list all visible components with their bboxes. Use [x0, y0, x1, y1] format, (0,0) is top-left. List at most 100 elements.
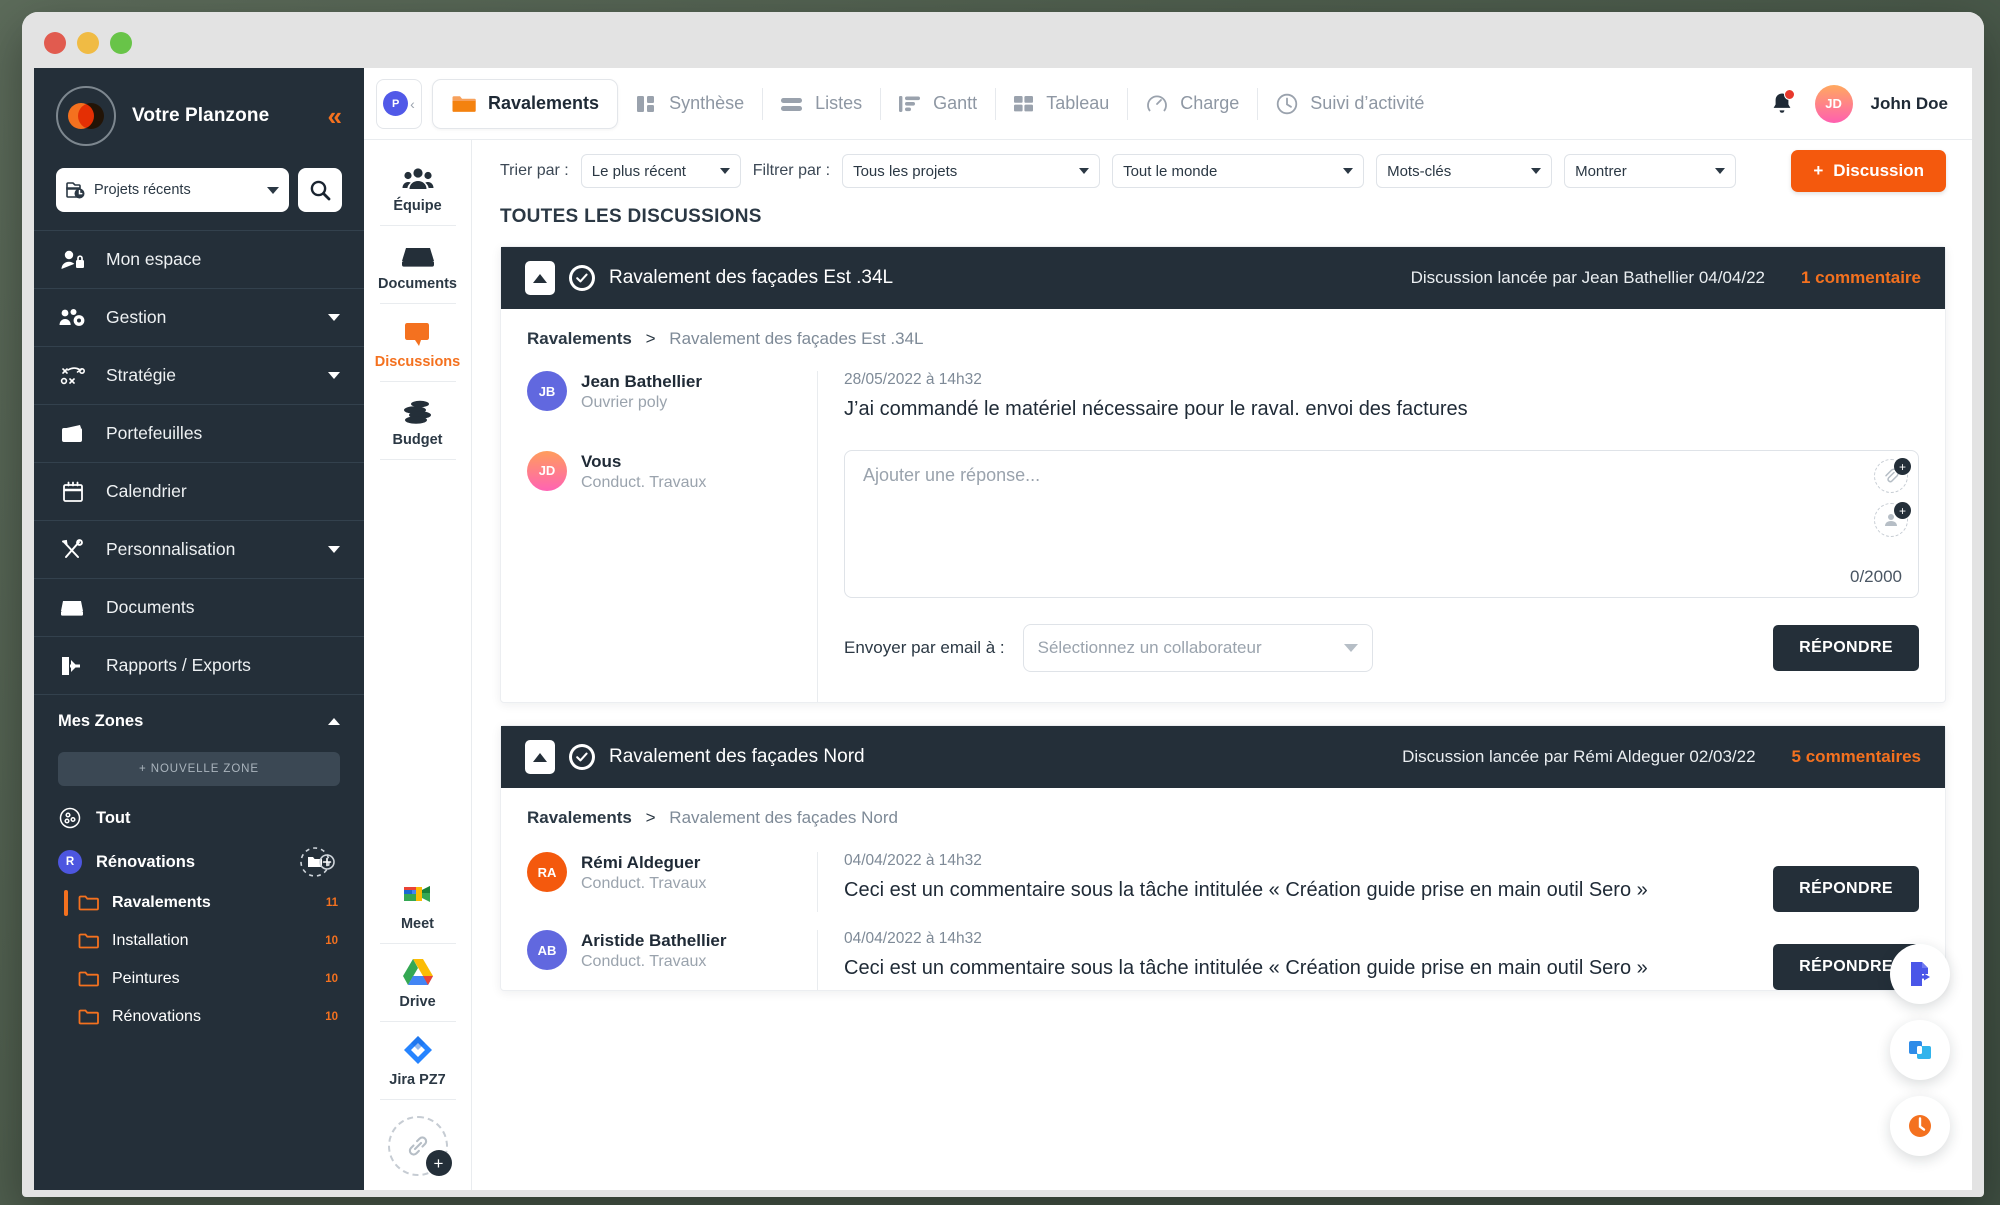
sidebar-item-mon-espace[interactable]: Mon espace [34, 230, 364, 288]
sidebar-item-strategie[interactable]: Stratégie [34, 346, 364, 404]
zone-item-tout[interactable]: Tout [34, 796, 364, 840]
participant-name: Vous [581, 451, 706, 472]
minimize-window-button[interactable] [77, 32, 99, 54]
folder-item-ravalements[interactable]: Ravalements 11 [34, 884, 364, 922]
sort-select[interactable]: Le plus récent [581, 154, 741, 188]
breadcrumb-root[interactable]: Ravalements [527, 808, 632, 827]
discussion-card-header: Ravalement des façades Est .34L Discussi… [501, 247, 1945, 309]
team-icon [402, 161, 434, 191]
sidebar-item-label: Portefeuilles [106, 423, 340, 444]
folder-item-renovations[interactable]: Rénovations 10 [34, 998, 364, 1036]
chevron-down-icon [720, 168, 730, 174]
add-folder-button[interactable] [298, 845, 340, 879]
layers-fab[interactable] [1890, 1020, 1950, 1080]
keywords-filter-select[interactable]: Mots-clés [1376, 154, 1552, 188]
collapse-sidebar-icon[interactable]: « [328, 103, 342, 129]
tab-label: Listes [815, 93, 862, 114]
project-filter-value: Tous les projets [853, 163, 1069, 180]
time-tracking-fab[interactable] [1890, 1096, 1950, 1156]
tab-listes[interactable]: Listes [762, 79, 880, 129]
export-document-fab[interactable] [1890, 944, 1950, 1004]
folder-item-installation[interactable]: Installation 10 [34, 922, 364, 960]
tab-synthese[interactable]: Synthèse [618, 79, 762, 129]
rail-app-meet[interactable]: Meet [380, 866, 456, 944]
tab-charge[interactable]: Charge [1127, 79, 1257, 129]
breadcrumb-root[interactable]: Ravalements [527, 329, 632, 348]
discussions-pane: Trier par : Le plus récent Filtrer par :… [472, 140, 1972, 1190]
sidebar-search-row: Projets récents [34, 164, 364, 230]
zone-item-renovations[interactable]: R Rénovations [34, 840, 364, 884]
discussion-comment-count[interactable]: 5 commentaires [1792, 747, 1921, 767]
sidebar-item-rapports-exports[interactable]: Rapports / Exports [34, 636, 364, 694]
mes-zones-header[interactable]: Mes Zones [34, 694, 364, 748]
sidebar-item-personnalisation[interactable]: Personnalisation [34, 520, 364, 578]
breadcrumb: Ravalements > Ravalement des façades Nor… [501, 788, 1945, 834]
sidebar-item-calendrier[interactable]: Calendrier [34, 462, 364, 520]
all-zones-icon [58, 806, 82, 830]
show-filter-select[interactable]: Montrer [1564, 154, 1736, 188]
reply-button[interactable]: RÉPONDRE [1773, 866, 1919, 912]
top-navigation-bar: P ‹ Ravalements Synthèse Listes [364, 68, 1972, 140]
chevron-down-icon [1531, 168, 1541, 174]
project-filter-select[interactable]: Tous les projets [842, 154, 1100, 188]
participant-role: Conduct. Travaux [581, 873, 706, 895]
tab-gantt[interactable]: Gantt [880, 79, 995, 129]
sidebar-item-label: Personnalisation [106, 539, 310, 560]
strategy-icon [58, 364, 88, 388]
people-filter-select[interactable]: Tout le monde [1112, 154, 1364, 188]
mention-person-button[interactable]: + [1874, 503, 1908, 537]
avatar: RA [527, 852, 567, 892]
user-name[interactable]: John Doe [1871, 94, 1948, 114]
discussion-comment-count[interactable]: 1 commentaire [1801, 268, 1921, 288]
sidebar-item-documents[interactable]: Documents [34, 578, 364, 636]
tab-label: Ravalements [488, 93, 599, 114]
tab-suivi-activite[interactable]: Suivi d’activité [1257, 79, 1442, 129]
reply-button[interactable]: RÉPONDRE [1773, 625, 1919, 671]
recent-projects-select[interactable]: Projets récents [56, 168, 289, 212]
rail-item-budget[interactable]: Budget [380, 382, 456, 460]
breadcrumb-leaf[interactable]: Ravalement des façades Nord [669, 808, 898, 827]
notifications-button[interactable] [1767, 89, 1797, 119]
breadcrumb: Ravalements > Ravalement des façades Est… [501, 309, 1945, 355]
folder-item-peintures[interactable]: Peintures 10 [34, 960, 364, 998]
rail-app-label: Meet [401, 916, 434, 932]
people-filter-value: Tout le monde [1123, 163, 1333, 180]
collapse-discussion-button[interactable] [525, 740, 555, 774]
project-switcher[interactable]: P ‹ [376, 79, 422, 129]
collapse-discussion-button[interactable] [525, 261, 555, 295]
discussions-scroll-area[interactable]: TOUTES LES DISCUSSIONS Ravalement des fa… [472, 202, 1972, 1190]
sidebar-item-label: Gestion [106, 307, 310, 328]
sidebar-item-label: Documents [106, 597, 340, 618]
participant-name: Jean Bathellier [581, 371, 702, 392]
topbar-right: JD John Doe [1767, 85, 1948, 123]
rail-app-drive[interactable]: Drive [380, 944, 456, 1022]
maximize-window-button[interactable] [110, 32, 132, 54]
search-icon [308, 178, 332, 202]
attach-file-button[interactable]: + [1874, 459, 1908, 493]
chat-bubble-icon [403, 317, 433, 347]
rail-item-documents[interactable]: Documents [380, 226, 456, 304]
avatar[interactable]: JD [1815, 85, 1853, 123]
rail-app-jira[interactable]: Jira PZ7 [380, 1022, 456, 1100]
comment-main: 04/04/2022 à 14h32 Ceci est un commentai… [844, 930, 1753, 983]
google-meet-icon [400, 879, 436, 909]
window-titlebar [22, 12, 1984, 74]
planzone-logo-icon [56, 86, 116, 146]
close-window-button[interactable] [44, 32, 66, 54]
search-button[interactable] [298, 168, 342, 212]
sidebar-item-portefeuilles[interactable]: Portefeuilles [34, 404, 364, 462]
sidebar-item-gestion[interactable]: Gestion [34, 288, 364, 346]
tab-tableau[interactable]: Tableau [995, 79, 1127, 129]
rail-item-equipe[interactable]: Équipe [380, 148, 456, 226]
collaborator-select[interactable]: Sélectionnez un collaborateur [1023, 624, 1373, 672]
folder-count: 10 [325, 935, 338, 947]
add-integration-button[interactable]: + [388, 1116, 448, 1176]
rail-item-discussions[interactable]: Discussions [380, 304, 456, 382]
tab-ravalements[interactable]: Ravalements [432, 79, 618, 129]
breadcrumb-separator: > [646, 808, 656, 827]
reply-textarea[interactable]: Ajouter une réponse... + [844, 450, 1919, 598]
new-discussion-button[interactable]: + Discussion [1791, 150, 1946, 192]
breadcrumb-leaf[interactable]: Ravalement des façades Est .34L [669, 329, 923, 348]
folder-label: Ravalements [112, 894, 314, 912]
new-zone-button[interactable]: + NOUVELLE ZONE [58, 752, 340, 786]
